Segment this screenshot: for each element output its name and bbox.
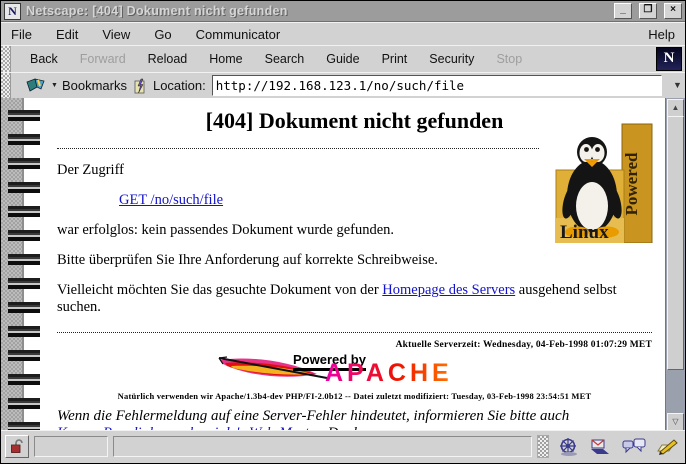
badge-powered-text: Powered [622,152,641,215]
paragraph-check: Bitte überprüfen Sie Ihre Anforderung au… [57,252,652,269]
scroll-up-icon[interactable]: ▲ [667,99,684,117]
mailbox-icon[interactable] [587,436,615,458]
statusbar [1,430,685,462]
bookmarks-label: Bookmarks [62,78,127,93]
stop-button[interactable]: Stop [485,49,533,69]
component-bar-grip[interactable] [537,435,549,458]
minimize-icon[interactable]: _ [614,3,632,19]
vertical-scrollbar[interactable]: ▲ ▽ [665,98,685,432]
divider [57,148,539,149]
security-button[interactable]: Security [418,49,485,69]
page-proxy-icon[interactable] [133,78,147,94]
footer-note: Wenn die Fehlermeldung auf eine Server-F… [57,408,652,432]
status-message-panel [113,436,532,457]
discussions-icon[interactable] [620,436,648,458]
homepage-text-pre: Vielleicht möchten Sie das gesuchte Doku… [57,282,382,298]
composer-icon[interactable] [653,436,681,458]
netscape-logo-icon[interactable]: N [656,47,682,71]
badge-linux-text: Linux [560,222,609,243]
status-progress-panel [34,436,108,457]
menu-item-file[interactable]: File [11,27,32,42]
close-icon[interactable]: × [664,3,682,19]
window-title: Netscape: [404] Dokument nicht gefunden [26,4,607,18]
security-lock-button[interactable] [5,435,29,458]
netscape-n-icon: N [4,3,21,20]
search-button[interactable]: Search [254,49,316,69]
browser-viewport: [404] Dokument nicht gefunden Der Zugrif… [1,98,685,432]
menu-item-go[interactable]: Go [154,27,171,42]
menu-item-communicator[interactable]: Communicator [196,27,281,42]
modified-line: Natürlich verwenden wir Apache/1.3b4-dev… [57,391,652,401]
homepage-link[interactable]: Homepage des Servers [382,282,515,298]
reload-button[interactable]: Reload [137,49,199,69]
url-input[interactable] [212,75,662,96]
bookmarks-button[interactable]: ▼ Bookmarks [25,78,127,94]
apache-logo: Powered by APACHE [57,352,652,388]
scroll-down-icon[interactable]: ▽ [667,413,684,431]
spiral-rings [8,100,40,432]
navigator-icon[interactable] [554,436,582,458]
linux-powered-badge: Powered Linux [554,118,655,243]
footer-text-pre: Wenn die Fehlermeldung auf eine Server-F… [57,408,569,424]
menu-item-edit[interactable]: Edit [56,27,78,42]
bookmarks-caret-icon: ▼ [51,82,58,89]
scrollbar-thumb[interactable] [667,116,684,370]
bookmarks-icon [25,78,47,94]
location-toolbar-grip[interactable] [1,73,11,98]
maximize-icon[interactable]: ❐ [639,3,657,19]
guide-button[interactable]: Guide [315,49,370,69]
back-button[interactable]: Back [19,49,69,69]
toolbar-grip[interactable] [1,46,11,72]
netscape-window: N Netscape: [404] Dokument nicht gefunde… [0,0,686,464]
apache-wordmark: APACHE [325,361,453,386]
location-label: Location: [153,78,206,93]
location-toolbar: ▼ Bookmarks Location: ▼ [1,72,685,99]
titlebar[interactable]: N Netscape: [404] Dokument nicht gefunde… [1,1,685,22]
print-button[interactable]: Print [371,49,419,69]
forward-button[interactable]: Forward [69,49,137,69]
open-lock-icon [10,439,24,454]
home-button[interactable]: Home [198,49,253,69]
paragraph-homepage: Vielleicht möchten Sie das gesuchte Doku… [57,282,652,316]
server-time: Aktuelle Serverzeit: Wednesday, 04-Feb-1… [57,340,652,350]
divider [57,332,652,333]
navigation-toolbar: Back Forward Reload Home Search Guide Pr… [1,45,685,73]
request-link[interactable]: GET /no/such/file [119,192,223,208]
menu-item-help[interactable]: Help [648,27,675,42]
menu-item-view[interactable]: View [102,27,130,42]
menubar: File Edit View Go Communicator Help [1,22,685,46]
location-dropdown-icon[interactable]: ▼ [670,77,685,94]
